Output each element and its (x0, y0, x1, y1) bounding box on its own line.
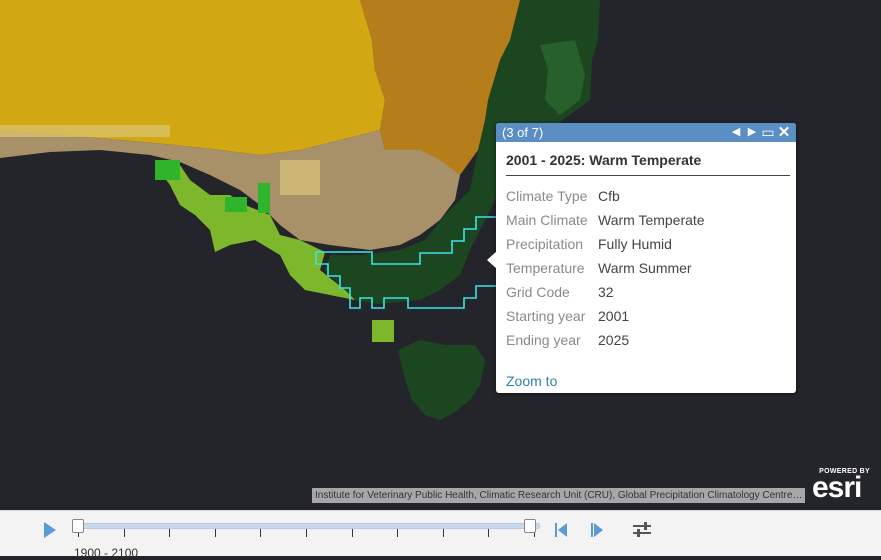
attribute-key: Temperature (506, 260, 585, 276)
attribute-key: Precipitation (506, 236, 584, 252)
time-slider-range-fill (75, 524, 539, 528)
play-icon[interactable] (44, 522, 56, 538)
attribute-value: 2025 (598, 332, 630, 348)
time-slider-tick (397, 529, 399, 537)
time-slider-tick (442, 529, 444, 537)
temperate-patch-bright (225, 197, 247, 212)
attribute-row: Precipitation Fully Humid (506, 232, 705, 256)
attribute-key: Main Climate (506, 212, 588, 228)
time-slider-tick (488, 529, 490, 537)
attribute-key: Climate Type (506, 188, 588, 204)
time-slider-tick (214, 529, 216, 537)
attribute-key: Starting year (506, 308, 586, 324)
time-slider-tick (351, 529, 353, 537)
maximize-icon[interactable]: ▭ (760, 123, 776, 142)
island-patch (372, 320, 394, 342)
time-range-label: 1900 - 2100 (74, 546, 139, 560)
time-slider[interactable]: 1900 - 2100 (0, 510, 881, 560)
map-attribution[interactable]: Institute for Veterinary Public Health, … (312, 488, 805, 503)
zoom-to-link[interactable]: Zoom to (506, 373, 557, 389)
attribute-value: 32 (598, 284, 614, 300)
time-slider-tick (123, 529, 125, 537)
temperate-patch-bright (155, 160, 180, 180)
time-slider-tick (169, 529, 171, 537)
attribute-row: Climate Type Cfb (506, 184, 705, 208)
attribute-value: Fully Humid (598, 236, 672, 252)
esri-logo[interactable]: POWERED BY esri (812, 468, 874, 504)
previous-feature-icon[interactable]: ◀ (728, 123, 744, 142)
feature-popup[interactable]: (3 of 7) ◀ ▶ ▭ ✕ 2001 - 2025: Warm Tempe… (487, 123, 796, 393)
time-slider-start-thumb[interactable] (72, 519, 84, 533)
attribute-value: 2001 (598, 308, 630, 324)
time-slider-tick (306, 529, 307, 537)
time-slider-end-thumb[interactable] (524, 519, 536, 533)
steppe-band (0, 125, 170, 137)
esri-wordmark: esri (812, 471, 862, 504)
attribute-value: Warm Temperate (598, 212, 705, 228)
settings-sliders-icon[interactable] (633, 522, 651, 538)
steppe-patch (280, 160, 320, 195)
time-slider-tick (260, 529, 262, 537)
attribute-row: Grid Code 32 (506, 280, 705, 304)
attribute-value: Cfb (598, 188, 620, 204)
previous-step-icon[interactable] (553, 521, 569, 539)
attribute-value: Warm Summer (598, 260, 692, 276)
time-slider-track[interactable] (74, 523, 540, 529)
attribute-row: Ending year 2025 (506, 328, 705, 352)
close-icon[interactable]: ✕ (776, 123, 792, 142)
attribute-row: Starting year 2001 (506, 304, 705, 328)
attribute-table: Climate Type Cfb Main Climate Warm Temperat… (506, 184, 705, 352)
next-feature-icon[interactable]: ▶ (744, 123, 760, 142)
attribute-row: Main Climate Warm Temperate (506, 208, 705, 232)
temperate-patch-bright (258, 183, 270, 213)
attribute-row: Temperature Warm Summer (506, 256, 705, 280)
popup-title: 2001 - 2025: Warm Temperate (506, 152, 790, 176)
attribute-key: Ending year (506, 332, 581, 348)
popup-header: (3 of 7) ◀ ▶ ▭ ✕ (496, 123, 796, 142)
popup-pointer (487, 251, 497, 269)
attribute-key: Grid Code (506, 284, 570, 300)
next-step-icon[interactable] (589, 521, 605, 539)
popup-counter: (3 of 7) (502, 125, 544, 140)
